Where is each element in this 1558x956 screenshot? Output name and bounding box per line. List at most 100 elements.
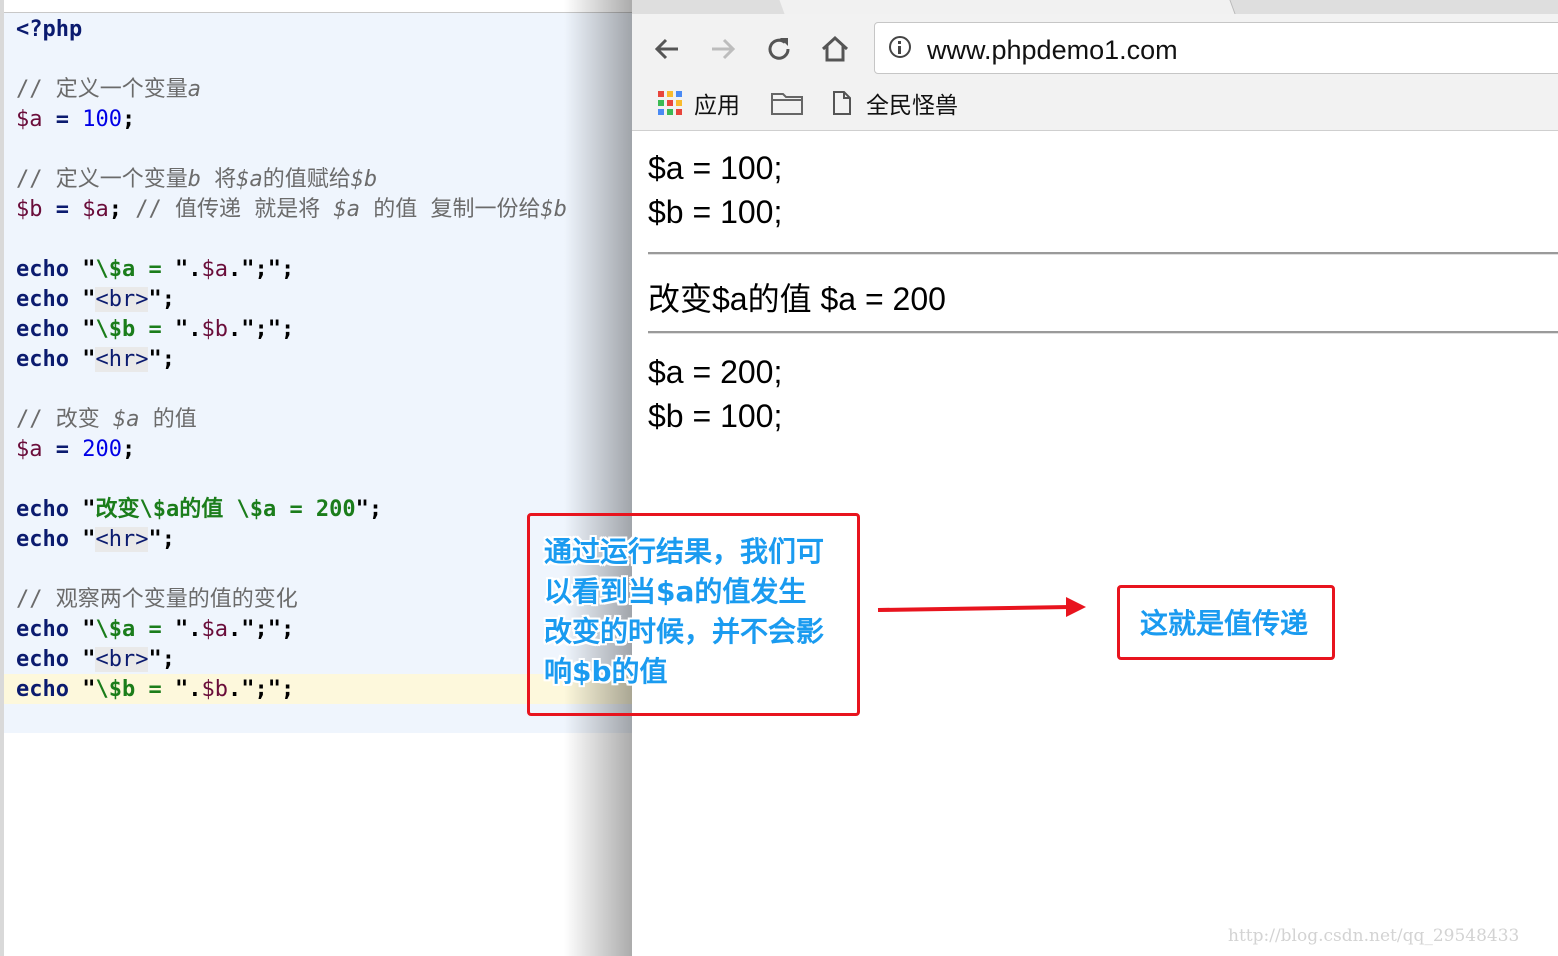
code-token: echo [16,497,69,522]
code-token: 200 [82,437,122,462]
code-token: \$a [95,257,136,282]
code-line-20[interactable]: // 观察两个变量的值的变化 [16,585,298,615]
page-icon [833,91,851,115]
code-token: \$b [95,677,136,702]
folder-icon [771,93,803,115]
code-line-15[interactable]: $a = 200; [16,435,135,465]
code-token: "; [148,347,175,372]
code-token: .";"; [227,617,295,642]
code-line-6[interactable]: // 定义一个变量b 将$a的值赋给$b [16,165,377,195]
code-token: = [135,617,175,642]
code-token: "; [148,287,175,312]
code-token: " [68,527,96,552]
code-token: ; [122,107,136,132]
bookmark-apps[interactable]: 应用 [658,88,740,118]
address-bar[interactable]: www.phpdemo1.com [874,22,1558,74]
apps-grid-dot [658,109,664,115]
code-token: " [68,677,96,702]
code-token: echo [16,527,69,552]
back-arrow-icon [654,38,678,60]
code-token: $a [201,257,228,282]
code-token: " [68,617,96,642]
apps-grid-dot [676,100,682,106]
browser-window: www.phpdemo1.com 应用 全民怪兽 $a = 100; $b = … [632,0,1558,956]
code-line-23[interactable]: echo "\$b = ".$b.";"; [16,675,294,705]
code-token: 的值 [139,407,197,432]
code-line-1[interactable]: <?php [16,15,82,45]
apps-grid-dot [658,91,664,97]
annotation-box-conclusion: 这就是值传递 [1117,585,1335,660]
code-token: ". [174,257,202,282]
output-line-a2: $a = 200; [648,354,783,390]
output-line-b2: $b = 100; [648,398,783,434]
code-token: \$a [95,617,136,642]
code-token: $a [16,107,43,132]
annotation-line-1: 通过运行结果，我们可 [544,535,825,568]
browser-toolbar: www.phpdemo1.com 应用 全民怪兽 [632,14,1558,131]
reload-button[interactable] [762,32,796,66]
code-line-7[interactable]: $b = $a; // 值传递 就是将 $a 的值 复制一份给$b [16,195,567,225]
code-line-17[interactable]: echo "改变\$a的值 \$a = 200"; [16,495,382,525]
code-token: " [68,347,96,372]
code-token: $a [82,197,109,222]
annotation-line-4: 响$b的值 [544,655,668,688]
code-token: = [42,107,83,132]
code-token: " [68,287,96,312]
annotation-conclusion-text: 这就是值传递 [1140,607,1309,640]
reload-icon [768,38,790,60]
code-token: = [42,197,83,222]
bookmark-page[interactable]: 全民怪兽 [832,88,958,118]
code-line-4[interactable]: $a = 100; [16,105,135,135]
code-line-18[interactable]: echo "<hr>"; [16,525,175,555]
code-token: echo [16,287,69,312]
code-token: <?php [16,17,83,42]
site-info-icon[interactable] [889,36,911,58]
forward-button[interactable] [706,32,740,66]
code-token: // 定义一个变量 [16,167,188,192]
code-line-21[interactable]: echo "\$a = ".$a.";"; [16,615,294,645]
code-line-11[interactable]: echo "\$b = ".$b.";"; [16,315,294,345]
code-line-22[interactable]: echo "<br>"; [16,645,175,675]
code-line-9[interactable]: echo "\$a = ".$a.";"; [16,255,294,285]
annotation-box-explanation: 通过运行结果，我们可 以看到当$a的值发生 改变的时候，并不会影 响$b的值 [527,513,860,716]
apps-grid-dot [676,109,682,115]
code-token: 100 [82,107,122,132]
apps-grid-dot [667,100,673,106]
apps-grid-dot [676,91,682,97]
code-token: "; [148,527,175,552]
code-line-3[interactable]: // 定义一个变量a [16,75,201,105]
code-token: $b [201,317,228,342]
code-token: // 观察两个变量的值的变化 [16,587,298,612]
code-token: // 值传递 就是将 [122,197,334,222]
home-button[interactable] [818,32,852,66]
url-text: www.phpdemo1.com [927,35,1178,65]
code-token: .";"; [227,257,295,282]
browser-tab[interactable] [779,0,1236,14]
code-token: <hr> [95,347,149,372]
code-token: b [187,167,201,192]
code-line-10[interactable]: echo "<br>"; [16,285,175,315]
forward-arrow-icon [712,38,736,60]
watermark: http://blog.csdn.net/qq_29548433 [1228,926,1520,946]
bookmark-folder[interactable] [770,88,804,118]
back-button[interactable] [650,32,684,66]
code-token: $a [201,617,228,642]
code-line-12[interactable]: echo "<hr>"; [16,345,175,375]
code-token: echo [16,617,69,642]
code-token: .";"; [227,677,295,702]
code-token: 改变\$a的值 \$a = 200 [95,497,356,522]
code-token: <hr> [95,527,149,552]
code-token: echo [16,347,69,372]
code-token: 的值赋给 [262,167,351,192]
code-token: ; [108,197,122,222]
code-token: <br> [95,647,149,672]
code-editor[interactable]: <?php// 定义一个变量a $a = 100;// 定义一个变量b 将$a的值… [0,0,632,956]
tab-strip [632,0,1558,14]
code-token: ". [174,677,202,702]
code-line-14[interactable]: // 改变 $a 的值 [16,405,197,435]
code-token: // 改变 [16,407,113,432]
code-token: $a [16,437,43,462]
apps-grid-icon [658,91,682,115]
annotation-arrow-icon [877,597,1086,617]
code-token: $b [16,197,43,222]
